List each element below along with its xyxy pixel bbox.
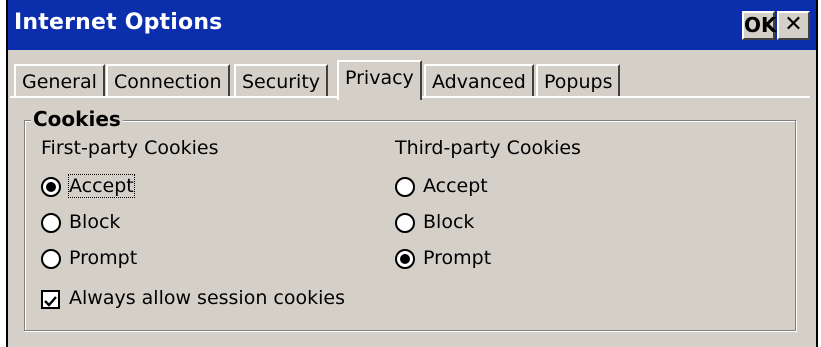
cookies-groupbox: Cookies First-party Cookies Third-party … [24, 107, 796, 331]
session-cookies-checkbox[interactable]: Always allow session cookies [41, 287, 361, 313]
tab-general[interactable]: General [14, 64, 105, 96]
tab-privacy[interactable]: Privacy [337, 60, 422, 100]
radio-indicator [395, 249, 415, 269]
radio-selected-dot [46, 182, 56, 192]
checkbox-label: Always allow session cookies [69, 287, 345, 309]
cookies-group-title: Cookies [31, 107, 123, 131]
radio-label: Block [423, 211, 475, 233]
first-party-accept-radio[interactable]: Accept [41, 174, 181, 201]
first-party-heading: First-party Cookies [41, 137, 219, 159]
radio-indicator [395, 213, 415, 233]
radio-label: Prompt [423, 247, 492, 269]
radio-label: Accept [68, 174, 135, 198]
third-party-heading: Third-party Cookies [395, 137, 581, 159]
third-party-block-radio[interactable]: Block [395, 211, 535, 237]
radio-indicator [395, 177, 415, 197]
first-party-prompt-radio[interactable]: Prompt [41, 247, 181, 273]
third-party-prompt-radio[interactable]: Prompt [395, 247, 535, 273]
radio-indicator [41, 177, 61, 197]
privacy-panel: Cookies First-party Cookies Third-party … [10, 96, 810, 347]
radio-label: Prompt [69, 247, 138, 269]
radio-selected-dot [400, 254, 410, 264]
radio-indicator [41, 249, 61, 269]
tab-popups[interactable]: Popups [536, 64, 621, 96]
ok-button[interactable]: OK [742, 11, 777, 40]
tab-strip: General Connection Security Privacy Adva… [10, 60, 810, 100]
third-party-accept-radio[interactable]: Accept [395, 175, 535, 201]
internet-options-window: Internet Options OK ✕ General Connection… [6, 0, 818, 347]
first-party-block-radio[interactable]: Block [41, 211, 181, 237]
tab-connection[interactable]: Connection [106, 64, 230, 96]
checkbox-box [41, 290, 60, 309]
radio-label: Block [69, 211, 121, 233]
window-title: Internet Options [14, 10, 223, 35]
title-bar: Internet Options OK ✕ [8, 0, 816, 50]
checkmark-icon [44, 296, 57, 307]
radio-indicator [41, 213, 61, 233]
radio-label: Accept [423, 175, 488, 197]
tab-security[interactable]: Security [234, 64, 329, 96]
tab-advanced[interactable]: Advanced [424, 64, 534, 96]
close-button[interactable]: ✕ [777, 11, 810, 40]
